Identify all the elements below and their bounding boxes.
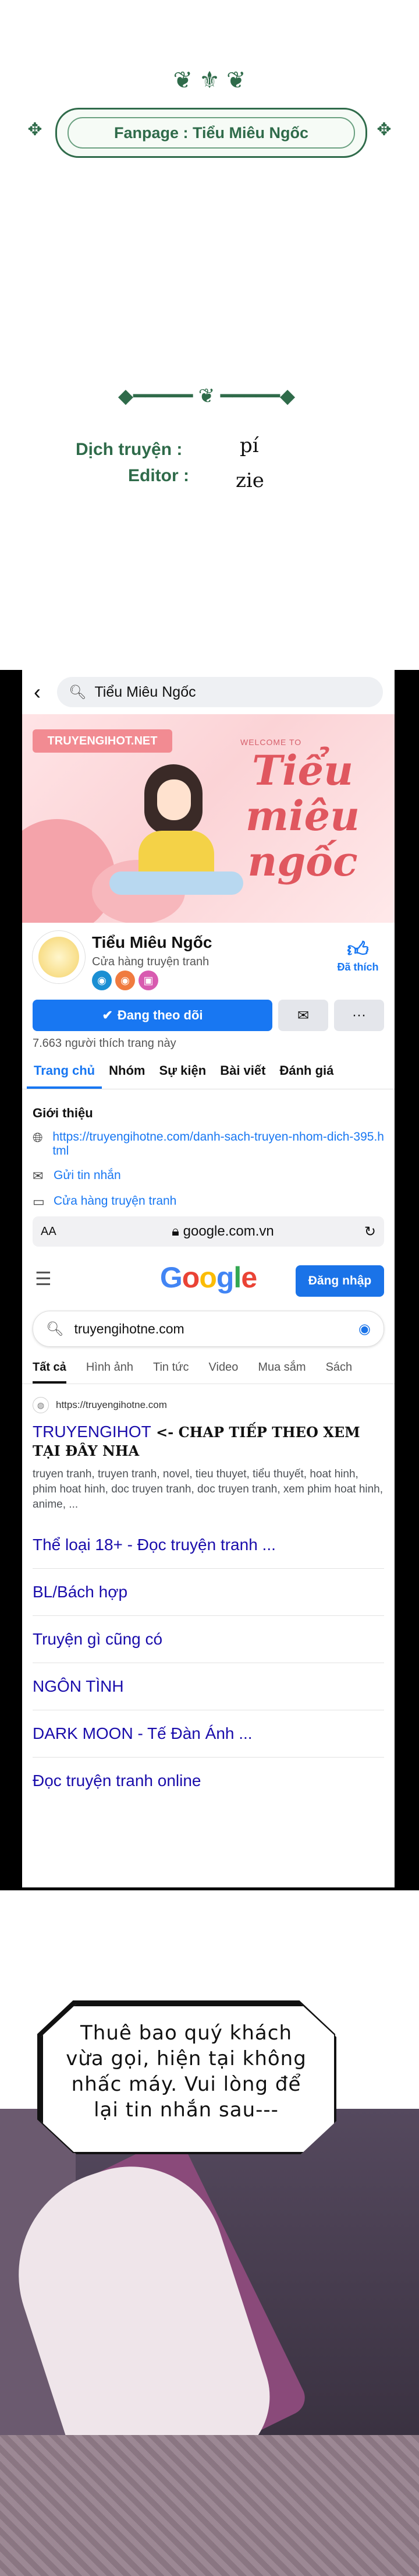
page-badges: ◉ ◉ ▣ [92, 971, 158, 990]
tab-images[interactable]: Hình ảnh [86, 1361, 133, 1384]
text-size-button[interactable]: AA [41, 1225, 81, 1238]
liked-button[interactable]: 👍︎ Đã thích [332, 938, 384, 973]
intro-website-row[interactable]: 🌐︎ https://truyengihotne.com/danh-sach-t… [33, 1130, 384, 1158]
speech-text: Thuê bao quý khách vừa gọi, hiện tại khô… [66, 2021, 307, 2122]
messenger-icon: ✉ [33, 1169, 44, 1183]
messenger-button[interactable]: ✉ [278, 1000, 328, 1031]
search-icon: 🔍︎ [46, 1321, 64, 1337]
tab-home[interactable]: Trang chủ [27, 1063, 102, 1089]
facebook-topbar: ‹ 🔍︎ Tiểu Miêu Ngốc [22, 670, 395, 714]
cover-character-face [157, 779, 191, 820]
tab-shopping[interactable]: Mua sắm [258, 1361, 306, 1384]
badge-icon: ▣ [139, 971, 158, 990]
facebook-search-text: Tiểu Miêu Ngốc [94, 683, 196, 700]
tab-reviews[interactable]: Đánh giá [272, 1063, 340, 1089]
sitelinks: Thể loại 18+ - Đọc truyện tranh ... BL/B… [33, 1522, 384, 1804]
browser-url[interactable]: 🔒︎ google.com.vn [81, 1223, 364, 1240]
messenger-icon: ✉ [297, 1007, 310, 1024]
google-tabs: Tất cả Hình ảnh Tin tức Video Mua sắm Sá… [22, 1347, 395, 1384]
google-search-input[interactable]: 🔍︎ truyengihotne.com ◉ [33, 1311, 384, 1347]
cover-script-title: Tiểu miêu ngốc [245, 746, 360, 885]
badge-icon: ◉ [115, 971, 135, 990]
facebook-search-bar[interactable]: 🔍︎ Tiểu Miêu Ngốc [57, 677, 383, 707]
intro-title: Giới thiệu [33, 1106, 93, 1120]
more-button[interactable]: ··· [334, 1000, 384, 1031]
result-snippet: truyen tranh, truyen tranh, novel, tieu … [33, 1468, 384, 1511]
page-tabs: Trang chủ Nhóm Sự kiện Bài viết Đánh giá [22, 1063, 395, 1089]
following-label: Đang theo dõi [117, 1008, 203, 1022]
intro-message-row[interactable]: ✉ Gửi tin nhắn [33, 1169, 384, 1184]
browser-url-text: google.com.vn [183, 1223, 274, 1239]
intro-category-label[interactable]: Cửa hàng truyện tranh [54, 1194, 176, 1208]
browser-address-bar[interactable]: AA 🔒︎ google.com.vn ↻ [33, 1216, 384, 1247]
tab-events[interactable]: Sự kiện [152, 1063, 213, 1089]
sign-in-button[interactable]: Đăng nhập [296, 1265, 384, 1297]
badge-icon: ◉ [92, 971, 112, 990]
editor-value: zie [236, 469, 264, 492]
page-category: Cửa hàng truyện tranh [92, 955, 210, 968]
cover-welcome-text: WELCOME TO [240, 737, 302, 747]
tab-posts[interactable]: Bài viết [213, 1063, 272, 1089]
page-action-row: ✔ Đang theo dõi ✉ ··· [33, 1000, 384, 1031]
reload-icon[interactable]: ↻ [364, 1223, 376, 1240]
camera-icon[interactable]: ◉ [358, 1321, 371, 1338]
result-title-row[interactable]: TRUYENGIHOT <- CHAP TIẾP THEO XEM TẠI ĐÂ… [33, 1423, 384, 1460]
intro-category-row[interactable]: ▭ Cửa hàng truyện tranh [33, 1194, 384, 1209]
cover-site-tag: TRUYENGIHOT.NET [33, 729, 172, 753]
divider-ornament: ◆━━━━━ ❦ ━━━━━◆ [118, 385, 296, 407]
result-title[interactable]: TRUYENGIHOT [33, 1423, 151, 1441]
globe-icon: 🌐︎ [33, 1130, 43, 1145]
favicon-icon: ◍ [33, 1397, 49, 1413]
sitelink[interactable]: Truyện gì cũng có [33, 1616, 384, 1663]
intro-website-link[interactable]: https://truyengihotne.com/danh-sach-truy… [52, 1130, 384, 1158]
tab-books[interactable]: Sách [326, 1361, 353, 1384]
ornament-top: ❦ ⚜ ❦ [173, 68, 246, 93]
intro-section: Giới thiệu 🌐︎ https://truyengihotne.com/… [22, 1089, 395, 1209]
liked-label: Đã thích [337, 961, 379, 973]
lock-icon: 🔒︎ [172, 1223, 179, 1239]
ornament-right: ✥ [377, 120, 392, 139]
sitelink[interactable]: DARK MOON - Tế Đàn Ánh ... [33, 1710, 384, 1758]
phone-screen: ‹ 🔍︎ Tiểu Miêu Ngốc TRUYENGIHOT.NET WELC… [22, 670, 395, 1887]
translator-label: Dịch truyện : [76, 440, 183, 459]
google-header: ☰ Google Đăng nhập [22, 1247, 395, 1311]
sitelink[interactable]: BL/Bách hợp [33, 1569, 384, 1616]
comic-sleeve [0, 2435, 419, 2576]
page-name: Tiểu Miêu Ngốc [92, 933, 212, 951]
tab-video[interactable]: Video [209, 1361, 239, 1384]
more-icon: ··· [352, 1007, 366, 1023]
shop-icon: ▭ [33, 1194, 45, 1209]
tab-all[interactable]: Tất cả [33, 1361, 66, 1384]
check-icon: ✔ [102, 1008, 113, 1022]
thumbs-up-icon: 👍︎ [347, 937, 369, 961]
sitelink[interactable]: Đọc truyện tranh online [33, 1758, 384, 1804]
page-profile: Tiểu Miêu Ngốc Cửa hàng truyện tranh ◉ ◉… [22, 923, 395, 1031]
sitelink[interactable]: Thể loại 18+ - Đọc truyện tranh ... [33, 1522, 384, 1569]
editor-label: Editor : [128, 466, 189, 485]
back-arrow-icon[interactable]: ‹ [34, 680, 57, 704]
search-result: ◍ https://truyengihotne.com TRUYENGIHOT … [22, 1384, 395, 1512]
intro-message-label[interactable]: Gửi tin nhắn [54, 1169, 121, 1183]
search-icon: 🔍︎ [69, 684, 87, 700]
tab-groups[interactable]: Nhóm [102, 1063, 152, 1089]
result-url: https://truyengihotne.com [56, 1399, 167, 1410]
cover-photo: TRUYENGIHOT.NET WELCOME TO Tiểu miêu ngố… [22, 714, 395, 923]
google-query: truyengihotne.com [74, 1321, 184, 1336]
result-url-row[interactable]: ◍ https://truyengihotne.com [33, 1397, 384, 1413]
ornament-left: ✥ [27, 120, 42, 139]
following-button[interactable]: ✔ Đang theo dõi [33, 1000, 272, 1031]
tab-news[interactable]: Tin tức [153, 1361, 189, 1384]
fanpage-banner: Fanpage : Tiểu Miêu Ngốc [55, 108, 367, 158]
page-avatar[interactable] [33, 931, 85, 983]
sitelink[interactable]: NGÔN TÌNH [33, 1663, 384, 1710]
translator-value: pí [240, 434, 259, 457]
fanpage-label: Fanpage : Tiểu Miêu Ngốc [113, 123, 309, 142]
